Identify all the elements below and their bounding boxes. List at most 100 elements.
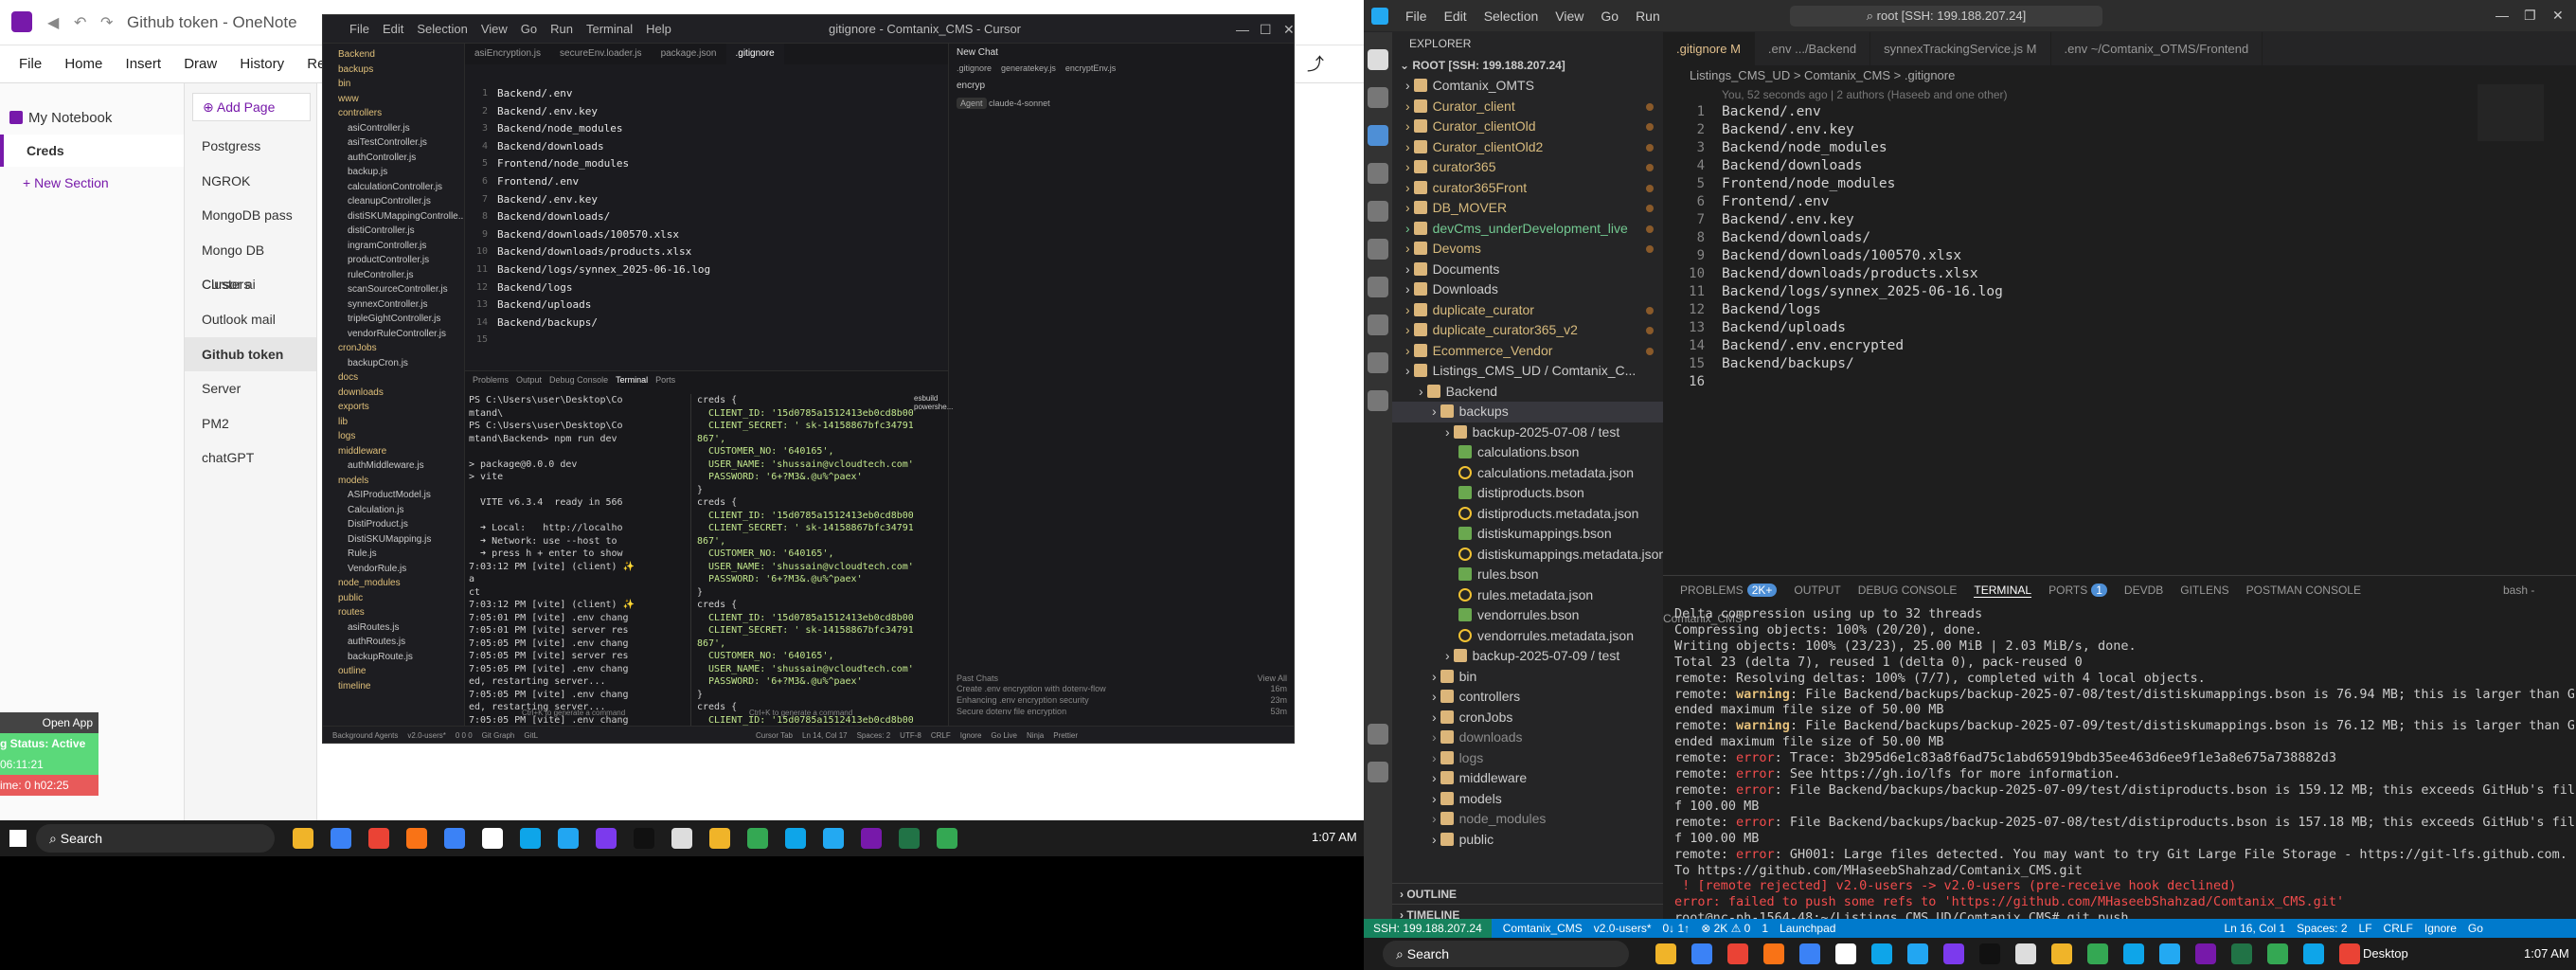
code-editor[interactable]: Listings_CMS_UD > Comtanix_CMS > .gitign… (1663, 65, 2576, 577)
desktop-label[interactable]: Desktop (2363, 946, 2408, 961)
cursor-menu-item[interactable]: Help (646, 15, 671, 44)
panel-tab[interactable]: PORTS (2048, 584, 2087, 597)
status-item[interactable]: Comtanix_CMS (1503, 922, 1583, 935)
status-item[interactable]: 0↓ 1↑ (1663, 922, 1690, 935)
add-page-button[interactable]: ⊕ Add Page (192, 93, 311, 121)
taskbar-app-icon[interactable] (444, 828, 465, 849)
start-icon[interactable] (9, 830, 27, 847)
explorer-tree-item[interactable]: › controllers (1392, 687, 1663, 708)
explorer-tree-item[interactable]: distiskumappings.metadata.json (1392, 545, 1663, 566)
taskbar-app-icon[interactable] (2303, 943, 2324, 964)
cursor-tree-item[interactable]: backupRoute.js (331, 650, 464, 665)
run-debug-icon[interactable] (1368, 163, 1388, 184)
taskbar-app-icon[interactable] (1763, 943, 1784, 964)
chat-input[interactable]: encryp (949, 75, 1294, 97)
taskbar-app-icon[interactable] (1871, 943, 1892, 964)
cursor-status-item[interactable]: UTF-8 (900, 731, 921, 740)
undo-icon[interactable]: ↶ (74, 13, 86, 32)
new-section-button[interactable]: + New Section (0, 167, 184, 199)
page-item[interactable]: Github token (185, 336, 316, 372)
menu-insert[interactable]: Insert (126, 45, 162, 83)
cursor-tree-item[interactable]: synnexController.js (331, 297, 464, 313)
close-icon[interactable]: ✕ (2552, 8, 2564, 24)
cursor-tree-item[interactable]: docs (331, 370, 464, 386)
editor-tab[interactable]: .env ~/Comtanix_OTMS/Frontend (2051, 32, 2263, 65)
past-chat-item[interactable]: Enhancing .env encryption security 23m (949, 694, 1294, 706)
cursor-tree-item[interactable]: node_modules (331, 576, 464, 591)
taskbar-app-icon[interactable] (2051, 943, 2072, 964)
explorer-tree-item[interactable]: distiproducts.metadata.json (1392, 504, 1663, 525)
explorer-tree-item[interactable]: rules.metadata.json (1392, 585, 1663, 606)
cursor-tree-item[interactable]: DistiSKUMapping.js (331, 532, 464, 548)
taskbar-app-icon[interactable] (2015, 943, 2036, 964)
cursor-tree-item[interactable]: logs (331, 429, 464, 444)
chat-context-tab[interactable]: .gitignore (957, 63, 992, 73)
cursor-tree-item[interactable]: lib (331, 415, 464, 430)
explorer-tree-item[interactable]: › curator365 (1392, 157, 1663, 178)
notebook-item[interactable]: My Notebook (0, 102, 184, 135)
command-center-search[interactable]: ⌕ root [SSH: 199.188.207.24] (1790, 6, 2102, 27)
timer-icon[interactable] (1368, 390, 1388, 411)
past-chat-item[interactable]: Secure dotenv file encryption 53m (949, 706, 1294, 717)
status-item[interactable]: CRLF (2384, 922, 2413, 935)
cursor-tree-item[interactable]: asiController.js (331, 121, 464, 136)
cursor-status-item[interactable]: Git Graph (482, 731, 515, 740)
taskbar-app-icon[interactable] (2123, 943, 2144, 964)
editor-tab[interactable]: .env .../Backend (1755, 32, 1871, 65)
section-creds[interactable]: Creds (0, 135, 184, 167)
cursor-tree-item[interactable]: middleware (331, 444, 464, 459)
cursor-tree-item[interactable]: distiSKUMappingControlle... (331, 209, 464, 225)
taskbar-app-icon[interactable] (1835, 943, 1856, 964)
cursor-status-item[interactable]: Ln 14, Col 17 (802, 731, 848, 740)
maximize-icon[interactable]: ☐ (1260, 15, 1272, 44)
taskbar-app-icon[interactable] (596, 828, 617, 849)
panel-tab[interactable]: GITLENS (2180, 584, 2228, 597)
cursor-editor-tab[interactable]: .gitignore (725, 44, 784, 64)
taskbar-app-icon[interactable] (709, 828, 730, 849)
cursor-tree-item[interactable]: scanSourceController.js (331, 282, 464, 297)
cursor-panel-tab[interactable]: Problems (473, 375, 509, 385)
taskbar-app-icon[interactable] (2195, 943, 2216, 964)
cursor-menu-item[interactable]: Go (521, 15, 537, 44)
explorer-tree-item[interactable]: calculations.metadata.json (1392, 463, 1663, 484)
status-item[interactable]: Ln 16, Col 1 (2224, 922, 2285, 935)
status-item[interactable]: SSH: 199.188.207.24 (1364, 919, 1492, 938)
redo-icon[interactable]: ↷ (100, 13, 113, 32)
explorer-tree-item[interactable]: › Curator_client (1392, 97, 1663, 117)
testing-icon[interactable] (1368, 277, 1388, 297)
cursor-status-item[interactable]: CRLF (931, 731, 951, 740)
cursor-tree-item[interactable]: outline (331, 664, 464, 679)
menu-draw[interactable]: Draw (184, 45, 217, 83)
remote-explorer-icon[interactable] (1368, 201, 1388, 222)
page-item[interactable]: PM2 (185, 406, 316, 441)
taskbar-app-icon[interactable] (520, 828, 541, 849)
taskbar-app-icon[interactable] (406, 828, 427, 849)
cursor-tree-item[interactable]: ingramController.js (331, 239, 464, 254)
panel-tab[interactable]: POSTMAN CONSOLE (2246, 584, 2361, 597)
panel-tab[interactable]: DEBUG CONSOLE (1858, 584, 1958, 597)
cursor-menu-item[interactable]: Run (550, 15, 573, 44)
taskbar-app-icon[interactable] (634, 828, 654, 849)
cursor-tree-item[interactable]: VendorRule.js (331, 562, 464, 577)
taskbar-app-icon[interactable] (1691, 943, 1712, 964)
taskbar-app-icon[interactable] (1799, 943, 1820, 964)
taskbar-app-icon[interactable] (2339, 943, 2360, 964)
taskbar-app-icon[interactable] (1979, 943, 2000, 964)
cursor-tree-item[interactable]: routes (331, 605, 464, 620)
page-item[interactable]: chatGPT (185, 440, 316, 476)
cursor-tree-item[interactable]: models (331, 474, 464, 489)
cursor-tree-item[interactable]: asiRoutes.js (331, 620, 464, 636)
cursor-tree-item[interactable]: public (331, 591, 464, 606)
explorer-tree-item[interactable]: calculations.bson (1392, 442, 1663, 463)
cursor-tree-item[interactable]: backups (331, 63, 464, 78)
status-item[interactable]: Spaces: 2 (2297, 922, 2347, 935)
taskbar-app-icon[interactable] (1727, 943, 1748, 964)
cursor-tree-item[interactable]: backup.js (331, 165, 464, 180)
outline-section[interactable]: › OUTLINE (1392, 883, 1663, 904)
settings-gear-icon[interactable] (1368, 762, 1388, 782)
taskbar-app-icon[interactable] (861, 828, 882, 849)
editor-tab[interactable]: .gitignore M (1663, 32, 1755, 65)
account-icon[interactable] (1368, 724, 1388, 745)
cursor-panel-tab[interactable]: Debug Console (549, 375, 608, 385)
cursor-editor[interactable]: asiEncryption.js secureEnv.loader.js packa… (465, 44, 948, 370)
